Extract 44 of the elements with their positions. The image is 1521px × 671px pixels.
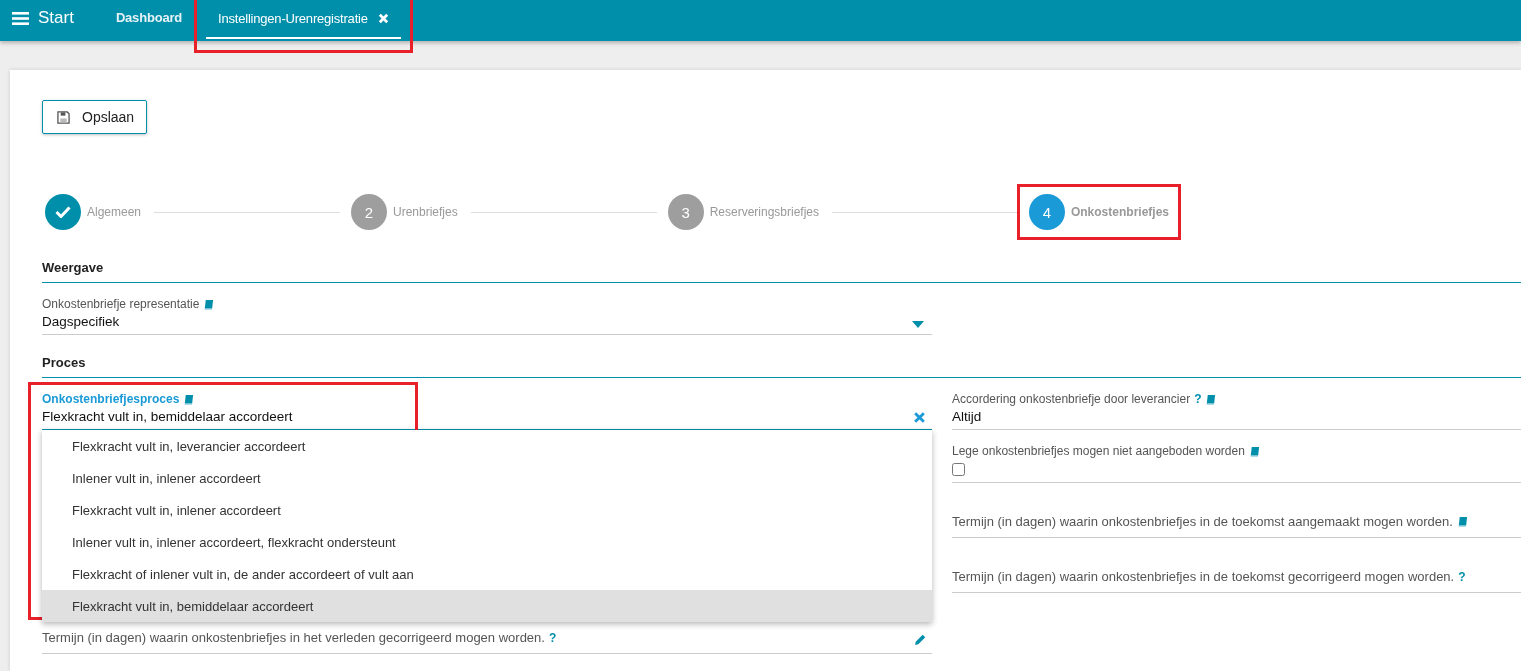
clear-icon[interactable] xyxy=(913,410,926,424)
book-icon[interactable] xyxy=(1248,445,1260,457)
dropdown-caret-icon[interactable] xyxy=(912,320,924,328)
step-number: 3 xyxy=(681,203,690,221)
combobox-value[interactable]: Flexkracht vult in, bemiddelaar accordeert xyxy=(42,409,293,429)
book-icon[interactable] xyxy=(203,298,215,310)
menu-icon xyxy=(12,11,29,25)
field-label: Accordering onkostenbriefje door leverancier xyxy=(952,392,1191,406)
close-icon[interactable] xyxy=(377,13,389,24)
book-icon[interactable] xyxy=(183,393,195,405)
step-number: 4 xyxy=(1042,203,1052,221)
help-icon[interactable]: ? xyxy=(548,630,557,645)
dropdown-option[interactable]: Flexkracht of inlener vult in, de ander accordeert of vult aan xyxy=(42,558,932,590)
check-icon xyxy=(55,206,71,218)
dropdown-option[interactable]: Flexkracht vult in, bemiddelaar accordeert xyxy=(42,590,932,622)
step-label[interactable]: Algemeen xyxy=(87,205,142,219)
dropdown-option[interactable]: Flexkracht vult in, leverancier accordeert xyxy=(42,430,932,462)
dropdown-option[interactable]: Flexkracht vult in, inlener accordeert xyxy=(42,494,932,526)
field-label: Lege onkostenbriefjes mogen niet aangeboden worden xyxy=(952,444,1245,458)
help-icon[interactable]: ? xyxy=(1458,569,1466,584)
step-label[interactable]: Reserveringsbriefjes xyxy=(709,205,819,219)
field-label: Onkostenbriefjesproces xyxy=(42,392,180,406)
save-button[interactable]: Opslaan xyxy=(42,100,148,134)
menu-button[interactable]: Start xyxy=(12,0,74,36)
section-heading: Proces xyxy=(42,335,1521,378)
section-heading: Weergave xyxy=(42,230,1521,283)
book-icon[interactable] xyxy=(1456,516,1468,527)
tab[interactable]: Dashboard xyxy=(103,0,194,36)
dropdown-option[interactable]: Inlener vult in, inlener accordeert xyxy=(42,462,932,494)
field-label: Termijn (in dagen) waarin onkostenbriefjes in de toekomst aangemaakt mogen worden. xyxy=(952,514,1453,529)
field-label: Termijn (in dagen) waarin onkostenbriefjes in de toekomst gecorrigeerd mogen worden. xyxy=(952,569,1455,584)
select-value[interactable]: Dagspecifiek xyxy=(42,314,120,334)
step-number: 2 xyxy=(364,203,374,221)
checkbox[interactable] xyxy=(952,463,965,476)
field-label: Onkostenbriefje representatie xyxy=(42,297,200,311)
field-label: Termijn (in dagen) waarin onkostenbriefjes in het verleden gecorrigeerd mogen worden. xyxy=(42,630,545,645)
help-icon[interactable]: ? xyxy=(1194,392,1202,406)
book-icon[interactable] xyxy=(1205,393,1217,405)
step-label[interactable]: Urenbriefjes xyxy=(393,205,458,219)
pencil-icon[interactable] xyxy=(914,632,927,646)
step-label[interactable]: Onkostenbriefjes xyxy=(1070,205,1169,219)
field-value: Altijd xyxy=(952,409,983,426)
tab[interactable]: Instellingen-Urenregistratie xyxy=(206,0,401,39)
dropdown-option[interactable]: Inlener vult in, inlener accordeert, flexkracht ondersteunt xyxy=(42,526,932,558)
